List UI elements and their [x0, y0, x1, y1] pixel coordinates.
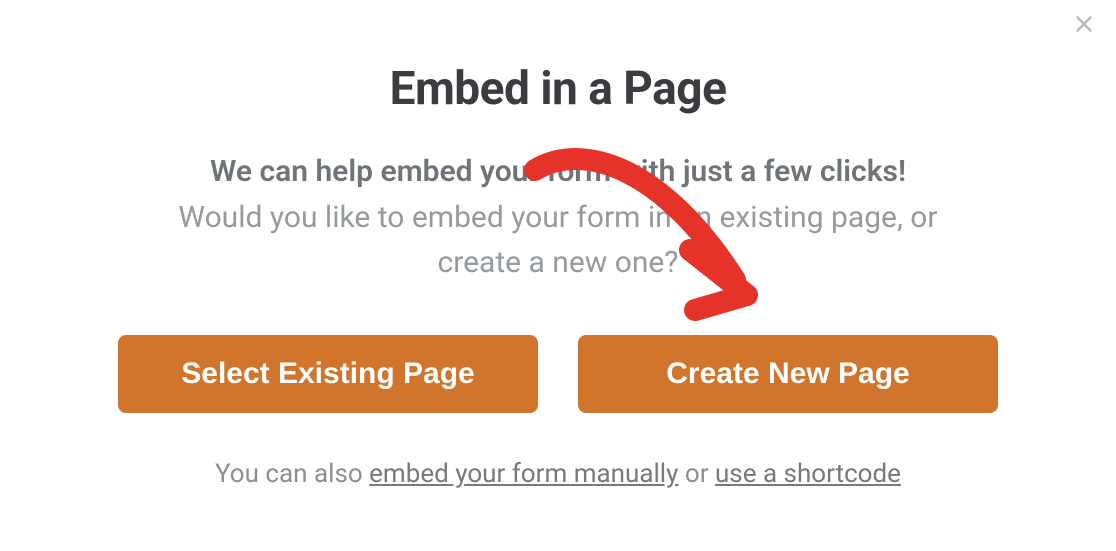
modal-subtitle: Would you like to embed your form in an …: [0, 195, 1116, 285]
embed-modal: Embed in a Page We can help embed your f…: [0, 0, 1116, 489]
use-shortcode-link[interactable]: use a shortcode: [715, 459, 901, 489]
close-icon[interactable]: [1070, 8, 1098, 44]
modal-title: Embed in a Page: [0, 62, 1116, 116]
modal-subtitle-bold: We can help embed your form with just a …: [0, 154, 1116, 189]
embed-manually-link[interactable]: embed your form manually: [369, 459, 678, 489]
select-existing-page-button[interactable]: Select Existing Page: [118, 335, 538, 413]
subtitle-line2: create a new one?: [438, 245, 679, 280]
modal-footer: You can also embed your form manually or…: [0, 459, 1116, 489]
footer-prefix: You can also: [215, 459, 369, 489]
create-new-page-button[interactable]: Create New Page: [578, 335, 998, 413]
footer-middle: or: [678, 459, 715, 489]
subtitle-line1: Would you like to embed your form in an …: [178, 200, 937, 235]
button-row: Select Existing Page Create New Page: [0, 335, 1116, 413]
